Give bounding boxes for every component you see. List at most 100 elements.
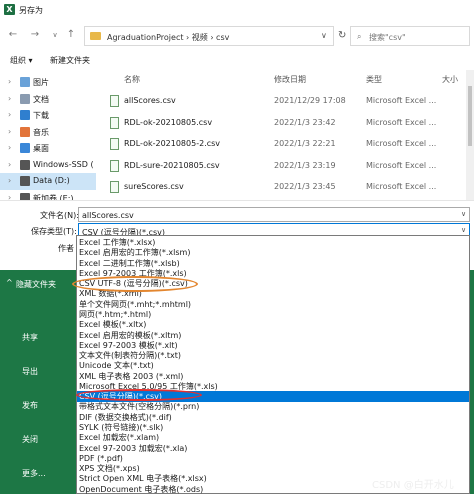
search-placeholder: 搜索"csv" xyxy=(369,33,406,42)
desktop-icon xyxy=(20,143,30,153)
chevron-down-icon[interactable]: ∨ xyxy=(461,226,466,234)
title-bar: X 另存为 xyxy=(0,0,474,20)
downloads-icon xyxy=(20,110,30,120)
chevron-down-icon[interactable]: ∨ xyxy=(321,31,327,40)
backstage-sidebar: 共享导出发布关闭更多... xyxy=(0,270,76,494)
vertical-scrollbar[interactable] xyxy=(466,70,474,200)
nav-item[interactable]: › 文档 xyxy=(0,91,96,108)
chevron-right-icon[interactable]: › xyxy=(8,176,11,185)
address-path: AgraduationProject › 视频 › csv xyxy=(107,33,230,42)
excel-app-icon: X xyxy=(4,4,15,15)
column-size[interactable]: 大小 xyxy=(442,74,458,85)
chevron-right-icon[interactable]: › xyxy=(8,110,11,119)
up-arrow-icon[interactable]: ↑ xyxy=(64,29,78,40)
csv-file-icon xyxy=(110,138,119,150)
file-name: RDL-ok-20210805.csv xyxy=(124,117,213,127)
chevron-right-icon[interactable]: › xyxy=(8,94,11,103)
filename-label: 文件名(N): xyxy=(40,211,79,220)
csv-file-icon xyxy=(110,159,119,172)
drive-icon xyxy=(20,159,30,170)
back-arrow-icon[interactable]: ← xyxy=(6,29,20,40)
file-row[interactable]: RDL-ok-20210805-2.csv 2022/1/3 22:21 Micro… xyxy=(96,133,474,155)
nav-item[interactable]: › 音乐 xyxy=(0,124,96,141)
column-type[interactable]: 类型 xyxy=(366,74,382,85)
csv-file-icon xyxy=(110,95,119,107)
csv-file-icon xyxy=(110,116,119,129)
file-row[interactable]: sureScores.csv 2022/1/3 23:45 Microsoft Ex… xyxy=(96,176,474,198)
column-date[interactable]: 修改日期 xyxy=(274,74,306,85)
file-name: RDL-ok-20210805-2.csv xyxy=(124,139,221,148)
toolbar: 组织 ▾ 新建文件夹 xyxy=(0,50,474,70)
file-type: Microsoft Excel ... xyxy=(366,139,437,148)
backstage-item[interactable]: 更多... xyxy=(22,468,46,479)
organize-button[interactable]: 组织 ▾ xyxy=(10,55,33,66)
file-list: 名称 修改日期 类型 大小 allScores.csv 2021/12/29 17… xyxy=(96,70,474,200)
backstage-item[interactable]: 共享 xyxy=(22,332,38,343)
nav-item[interactable]: › Windows-SSD ( xyxy=(0,157,96,174)
hide-folders-button[interactable]: ^ 隐藏文件夹 xyxy=(0,270,76,296)
watermark: CSDN @白开水儿 xyxy=(372,480,454,491)
nav-item[interactable]: › Data (D:) xyxy=(0,173,96,190)
file-date: 2021/12/29 17:08 xyxy=(274,96,346,105)
nav-item-label: 文档 xyxy=(33,94,49,104)
search-input[interactable]: ⌕ 搜索"csv" xyxy=(350,26,470,46)
backstage-item[interactable]: 关闭 xyxy=(22,434,38,445)
chevron-right-icon[interactable]: › xyxy=(8,77,11,86)
file-date: 2022/1/3 23:42 xyxy=(274,117,336,127)
file-name: RDL-sure-20210805.csv xyxy=(124,160,220,170)
refresh-icon[interactable]: ↻ xyxy=(338,30,346,41)
filetype-label: 保存类型(T): xyxy=(31,227,77,236)
backstage-item[interactable]: 发布 xyxy=(22,400,38,411)
file-type: Microsoft Excel ... xyxy=(366,96,437,105)
filename-field[interactable]: allScores.csv ∨ xyxy=(78,207,470,222)
documents-icon xyxy=(20,93,30,104)
file-name: allScores.csv xyxy=(124,96,176,105)
file-type: Microsoft Excel ... xyxy=(366,117,437,127)
chevron-right-icon[interactable]: › xyxy=(8,127,11,136)
author-label: 作者 xyxy=(58,244,74,253)
highlight-oval-utf8 xyxy=(72,276,198,292)
nav-item-label: 图片 xyxy=(33,78,49,87)
file-row[interactable]: RDL-ok-20210805.csv 2022/1/3 23:42 Microso… xyxy=(96,112,474,134)
file-name: sureScores.csv xyxy=(124,182,184,191)
column-header: 名称 修改日期 类型 大小 xyxy=(96,70,474,86)
hide-folders-label: 隐藏文件夹 xyxy=(16,280,56,289)
drive-icon xyxy=(20,176,30,186)
nav-item-label: 桌面 xyxy=(33,144,49,153)
address-bar[interactable]: AgraduationProject › 视频 › csv ∨ xyxy=(84,26,334,46)
address-row: ← → ∨ ↑ AgraduationProject › 视频 › csv ∨ … xyxy=(0,20,474,50)
backstage-edge xyxy=(470,270,474,494)
nav-item-label: Windows-SSD ( xyxy=(33,159,94,169)
nav-item-label: 音乐 xyxy=(33,127,49,137)
navigation-pane: › 图片 › 文档 › 下载 › 音乐 › 桌面 › Windows-SSD (› Data (D:) ›… xyxy=(0,70,96,203)
recent-chevron-icon[interactable]: ∨ xyxy=(48,31,62,39)
file-date: 2022/1/3 23:45 xyxy=(274,182,336,191)
new-folder-button[interactable]: 新建文件夹 xyxy=(50,55,90,66)
nav-item[interactable]: › 下载 xyxy=(0,107,96,124)
filename-value: allScores.csv xyxy=(82,211,134,220)
csv-file-icon xyxy=(110,181,119,193)
chevron-right-icon[interactable]: › xyxy=(8,143,11,152)
backstage-item[interactable]: 导出 xyxy=(22,366,38,377)
forward-arrow-icon[interactable]: → xyxy=(28,29,42,40)
nav-item-label: Data (D:) xyxy=(33,176,70,185)
pictures-icon xyxy=(20,77,30,87)
folder-icon xyxy=(90,32,101,40)
chevron-down-icon[interactable]: ∨ xyxy=(461,210,466,218)
column-name[interactable]: 名称 xyxy=(124,74,140,85)
music-icon xyxy=(20,126,30,137)
nav-item[interactable]: › 桌面 xyxy=(0,140,96,157)
chevron-up-icon: ^ xyxy=(6,278,13,287)
file-date: 2022/1/3 22:21 xyxy=(274,139,336,148)
search-icon: ⌕ xyxy=(357,32,362,41)
nav-item[interactable]: › 图片 xyxy=(0,74,96,91)
file-row[interactable]: allScores.csv 2021/12/29 17:08 Microsoft E… xyxy=(96,90,474,112)
chevron-right-icon[interactable]: › xyxy=(8,160,11,169)
file-type: Microsoft Excel ... xyxy=(366,160,437,170)
file-type: Microsoft Excel ... xyxy=(366,182,437,191)
scrollbar-thumb[interactable] xyxy=(468,86,472,146)
filetype-dropdown-list[interactable]: Excel 工作簿(*.xlsx) Excel 启用宏的工作簿(*.xlsm) Ex… xyxy=(76,235,470,494)
nav-item-label: 下载 xyxy=(33,111,49,120)
highlight-oval-csv xyxy=(76,389,202,401)
file-row[interactable]: RDL-sure-20210805.csv 2022/1/3 23:19 Micro… xyxy=(96,155,474,177)
